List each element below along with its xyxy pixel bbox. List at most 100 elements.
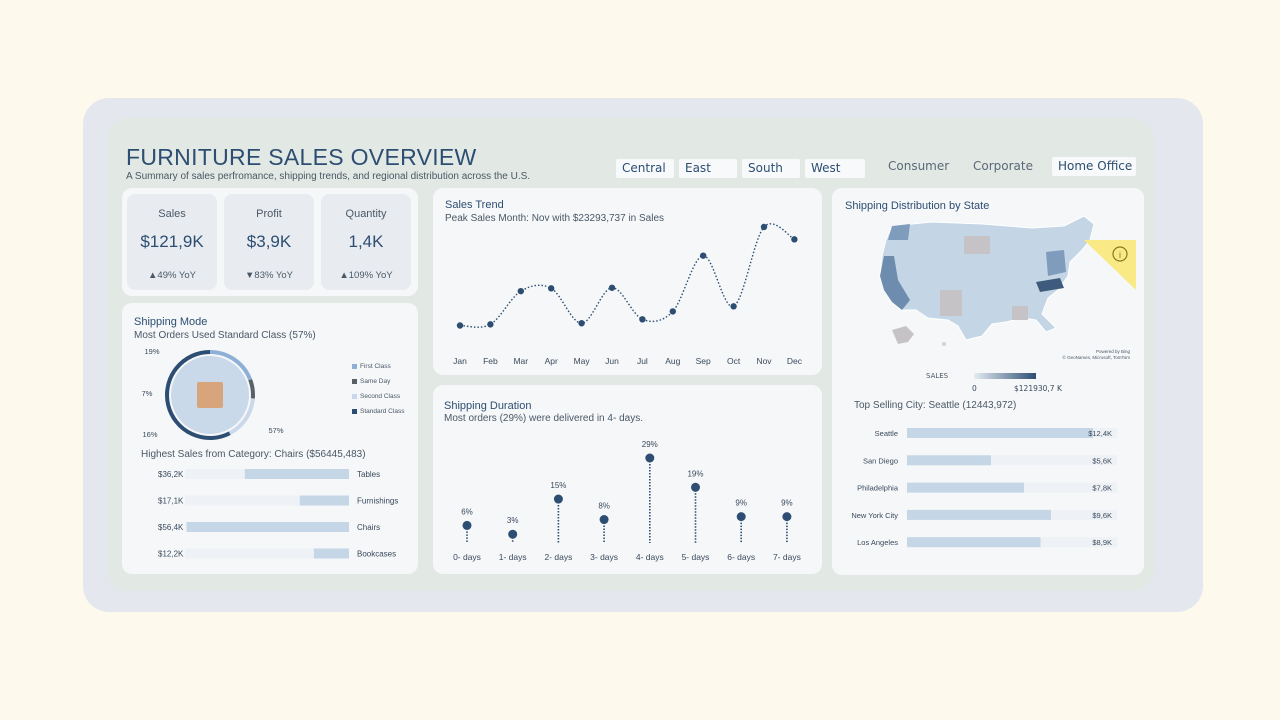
kpi-quantity-value: 1,4K — [348, 232, 384, 251]
kpi-quantity-yoy: ▲109% YoY — [339, 270, 393, 281]
legend-item: Standard Class — [352, 408, 404, 415]
duration-category-label: 5- days — [682, 552, 710, 562]
city-bar — [907, 455, 991, 466]
duration-category-label: 7- days — [773, 552, 801, 562]
map-copyright: © GeoNames, Microsoft, TomTom — [1063, 354, 1131, 360]
trend-point — [791, 236, 798, 243]
shipping-mode-subtitle: Most Orders Used Standard Class (57%) — [134, 330, 316, 341]
filter-segment-corporate[interactable]: Corporate — [967, 157, 1033, 176]
trend-point — [760, 223, 768, 231]
filter-region-east[interactable]: East — [679, 159, 737, 178]
duration-point — [691, 482, 700, 492]
city-label: Los Angeles — [857, 538, 898, 547]
legend-swatch — [352, 408, 357, 414]
trend-month-label: Sep — [696, 356, 711, 366]
trend-month-label: Aug — [665, 356, 680, 366]
map-legend-max: $121930,7 K — [1014, 384, 1062, 393]
trend-point — [517, 287, 524, 295]
package-icon — [197, 382, 223, 408]
city-label: New York City — [851, 511, 898, 520]
category-bar — [186, 522, 349, 532]
filter-region-west[interactable]: West — [805, 159, 865, 178]
trend-month-label: Apr — [545, 356, 558, 366]
filter-segment-home-office[interactable]: Home Office — [1052, 157, 1136, 176]
city-value-label: $7,8K — [1092, 484, 1112, 493]
kpi-quantity: Quantity 1,4K ▲109% YoY — [321, 194, 411, 290]
duration-point — [645, 453, 655, 463]
duration-category-label: 1- days — [499, 552, 527, 562]
legend-swatch — [352, 378, 357, 384]
trend-point — [730, 303, 737, 310]
duration-value-label: 3% — [507, 516, 519, 525]
kpi-profit-value: $3,9K — [246, 232, 292, 251]
legend-label: Second Class — [360, 393, 401, 400]
category-bar — [313, 548, 349, 559]
category-title: Highest Sales from Category: Chairs ($56… — [141, 449, 366, 460]
cities-title: Top Selling City: Seattle (12443,972) — [854, 400, 1017, 411]
kpi-sales-yoy: ▲49% YoY — [148, 270, 196, 281]
trend-month-label: Dec — [787, 356, 803, 366]
sales-trend-card: Sales Trend Peak Sales Month: Nov with $… — [433, 188, 822, 375]
donut-slice-1 — [248, 378, 255, 399]
shipping-duration-title: Shipping Duration — [444, 400, 532, 412]
map-card: Shipping Distribution by State i Powered… — [832, 188, 1144, 575]
donut-pct-label: 7% — [142, 389, 153, 398]
trend-month-label: Nov — [756, 356, 772, 366]
duration-category-label: 0- days — [453, 552, 481, 562]
city-bar — [907, 428, 1093, 438]
kpi-card: Sales $121,9K ▲49% YoY Profit $3,9K ▼83%… — [122, 188, 418, 296]
dashboard-subtitle: A Summary of sales perfromance, shipping… — [126, 171, 531, 182]
category-bar-chart: $36,2K Tables $17,1K Furnishings $56,4K Chair… — [158, 469, 398, 559]
legend-swatch — [352, 393, 357, 399]
duration-value-label: 9% — [781, 499, 793, 508]
trend-month-label: Jul — [637, 356, 648, 366]
city-bar — [907, 509, 1051, 520]
category-value-label: $12,2K — [158, 550, 184, 559]
legend-label: Standard Class — [360, 408, 405, 415]
category-value-label: $36,2K — [158, 470, 184, 479]
city-label: Philadelphia — [857, 484, 899, 493]
hawaii-state — [942, 342, 946, 346]
sales-trend-line-chart: Jan Feb Mar Apr May Jun Jul Aug Sep Oct Nov Dec — [453, 223, 803, 366]
donut-pct-label: 57% — [268, 426, 283, 435]
legend-item: Second Class — [352, 393, 400, 400]
svg-text:i: i — [1119, 250, 1121, 260]
kpi-profit-yoy: ▼83% YoY — [245, 270, 293, 281]
filter-region-central[interactable]: Central — [616, 159, 674, 178]
us-state-map[interactable]: i Powered by Bing © GeoNames, Microsoft,… — [832, 210, 1144, 390]
trend-point — [578, 320, 585, 327]
shipping-duration-lollipop-chart: 6% 0- days 3% 1- days 15% 2- days 8% 3- days 29%… — [453, 440, 801, 562]
city-value-label: $5,6K — [1092, 456, 1112, 465]
city-bar — [907, 482, 1024, 493]
donut-pct-label: 16% — [142, 430, 157, 439]
duration-point — [508, 529, 518, 539]
duration-value-label: 9% — [735, 499, 747, 508]
duration-category-label: 6- days — [727, 552, 755, 562]
info-corner — [1084, 240, 1136, 290]
kpi-sales: Sales $121,9K ▲49% YoY — [127, 194, 217, 290]
kpi-profit-label: Profit — [256, 208, 282, 220]
trend-month-label: Feb — [483, 356, 498, 366]
shipping-mode-title: Shipping Mode — [134, 316, 208, 328]
duration-point — [462, 520, 472, 530]
category-bar — [244, 469, 349, 479]
filter-segment-consumer[interactable]: Consumer — [882, 157, 949, 176]
trend-point — [548, 285, 555, 292]
trend-point — [487, 321, 494, 328]
city-value-label: $12,4K — [1088, 429, 1112, 438]
cities-bar-chart: Seattle $12,4K San Diego $5,6K Philadelphia $… — [851, 428, 1117, 548]
filter-region-south[interactable]: South — [742, 159, 800, 178]
map-powered-by: Powered by Bing — [1096, 349, 1131, 354]
category-label: Chairs — [357, 523, 380, 532]
city-bar — [907, 537, 1041, 548]
category-label: Tables — [357, 470, 380, 479]
shipping-mode-card: Shipping Mode Most Orders Used Standard … — [122, 303, 418, 574]
city-value-label: $9,6K — [1092, 511, 1112, 520]
trend-point — [608, 284, 616, 291]
duration-point — [599, 515, 609, 525]
alaska-state — [892, 326, 914, 344]
category-bar — [299, 495, 349, 506]
category-label: Bookcases — [357, 550, 396, 559]
duration-point — [553, 494, 563, 504]
city-value-label: $8,9K — [1092, 538, 1112, 547]
